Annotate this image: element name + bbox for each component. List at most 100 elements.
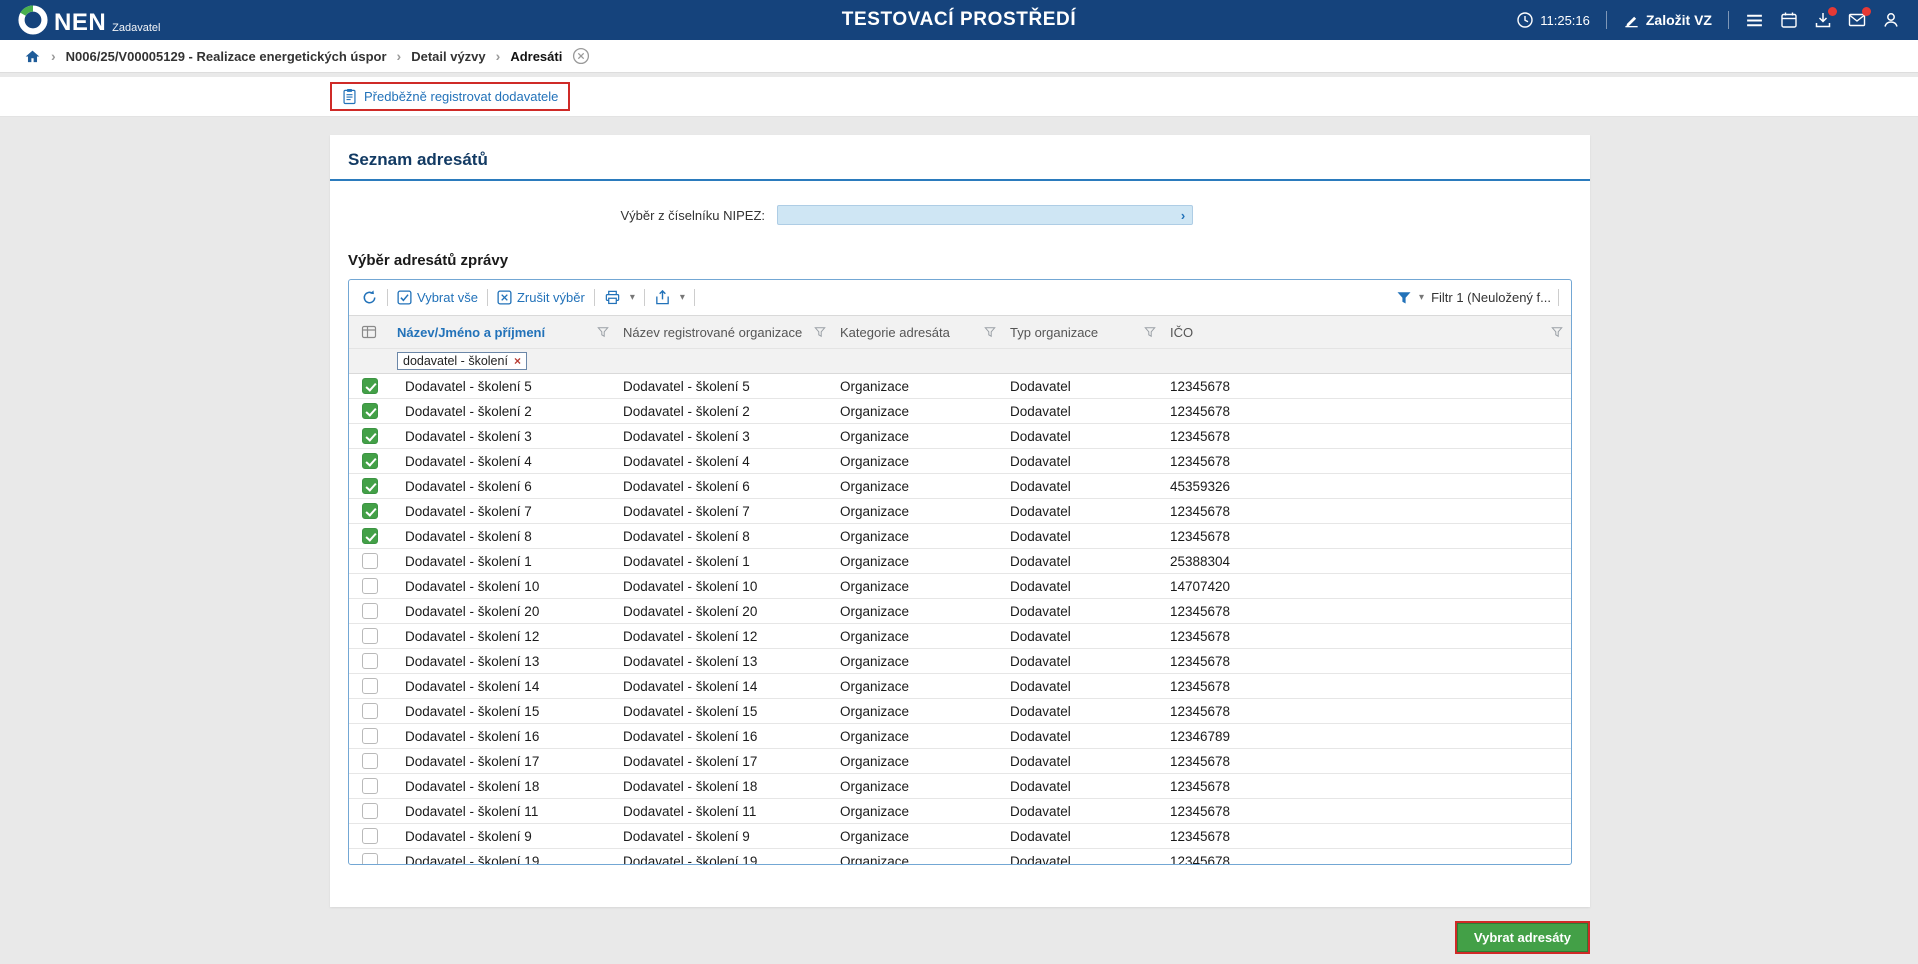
- cell-category: Organizace: [834, 649, 1004, 674]
- print-button[interactable]: [604, 289, 621, 306]
- table-row[interactable]: Dodavatel - školení 15 Dodavatel - škole…: [349, 699, 1571, 724]
- cell-name: Dodavatel - školení 6: [391, 474, 617, 499]
- row-checkbox[interactable]: [362, 628, 378, 644]
- table-row[interactable]: Dodavatel - školení 3 Dodavatel - školen…: [349, 424, 1571, 449]
- cell-type: Dodavatel: [1004, 849, 1164, 866]
- row-checkbox[interactable]: [362, 528, 378, 544]
- column-chooser-button[interactable]: [349, 316, 391, 349]
- print-menu-caret[interactable]: ▾: [630, 292, 635, 303]
- breadcrumb-separator: ›: [397, 48, 402, 64]
- export-button[interactable]: [654, 289, 671, 306]
- create-vz-button[interactable]: Založit VZ: [1623, 12, 1712, 29]
- brand-role: Zadavatel: [112, 22, 160, 35]
- select-all-button[interactable]: Vybrat vše: [397, 290, 478, 305]
- subsection-title: Výběr adresátů zprávy: [330, 252, 1590, 269]
- calendar-button[interactable]: [1780, 11, 1798, 29]
- select-addressees-button[interactable]: Vybrat adresáty: [1457, 923, 1588, 952]
- table-row[interactable]: Dodavatel - školení 19 Dodavatel - škole…: [349, 849, 1571, 866]
- nipez-picker-field[interactable]: ›: [777, 205, 1193, 225]
- filter-button[interactable]: [1396, 290, 1412, 306]
- active-filter-label[interactable]: Filtr 1 (Neuložený f...: [1431, 290, 1551, 305]
- row-checkbox[interactable]: [362, 703, 378, 719]
- user-profile-button[interactable]: [1882, 11, 1900, 29]
- cell-org: Dodavatel - školení 13: [617, 649, 834, 674]
- cell-ico: 12345678: [1164, 774, 1571, 799]
- export-menu-caret[interactable]: ▾: [680, 292, 685, 303]
- nen-logo[interactable]: NEN Zadavatel: [18, 5, 160, 35]
- cell-ico: 12346789: [1164, 724, 1571, 749]
- refresh-button[interactable]: [361, 289, 378, 306]
- cell-name: Dodavatel - školení 4: [391, 449, 617, 474]
- cell-type: Dodavatel: [1004, 524, 1164, 549]
- row-checkbox[interactable]: [362, 428, 378, 444]
- clear-selection-icon: [497, 290, 512, 305]
- table-row[interactable]: Dodavatel - školení 9 Dodavatel - školen…: [349, 824, 1571, 849]
- table-row[interactable]: Dodavatel - školení 1 Dodavatel - školen…: [349, 549, 1571, 574]
- messages-button[interactable]: [1848, 11, 1866, 29]
- toolbar-divider: [594, 289, 595, 306]
- row-checkbox[interactable]: [362, 803, 378, 819]
- row-checkbox[interactable]: [362, 853, 378, 865]
- table-row[interactable]: Dodavatel - školení 11 Dodavatel - škole…: [349, 799, 1571, 824]
- export-icon: [654, 289, 671, 306]
- table-row[interactable]: Dodavatel - školení 20 Dodavatel - škole…: [349, 599, 1571, 624]
- preregister-supplier-button[interactable]: Předběžně registrovat dodavatele: [342, 88, 558, 105]
- row-checkbox[interactable]: [362, 453, 378, 469]
- downloads-button[interactable]: [1814, 11, 1832, 29]
- row-checkbox[interactable]: [362, 753, 378, 769]
- table-row[interactable]: Dodavatel - školení 13 Dodavatel - škole…: [349, 649, 1571, 674]
- cell-ico: 12345678: [1164, 424, 1571, 449]
- column-header-name[interactable]: Název/Jméno a příjmení: [391, 316, 617, 349]
- column-header-ico[interactable]: IČO: [1164, 316, 1571, 349]
- table-row[interactable]: Dodavatel - školení 6 Dodavatel - školen…: [349, 474, 1571, 499]
- cell-category: Organizace: [834, 549, 1004, 574]
- row-checkbox[interactable]: [362, 678, 378, 694]
- column-header-category[interactable]: Kategorie adresáta: [834, 316, 1004, 349]
- table-row[interactable]: Dodavatel - školení 16 Dodavatel - škole…: [349, 724, 1571, 749]
- filter-menu-caret[interactable]: ▾: [1419, 292, 1424, 303]
- table-row[interactable]: Dodavatel - školení 12 Dodavatel - škole…: [349, 624, 1571, 649]
- cell-category: Organizace: [834, 724, 1004, 749]
- cell-ico: 12345678: [1164, 674, 1571, 699]
- table-row[interactable]: Dodavatel - školení 14 Dodavatel - škole…: [349, 674, 1571, 699]
- row-checkbox[interactable]: [362, 728, 378, 744]
- row-checkbox[interactable]: [362, 578, 378, 594]
- cell-name: Dodavatel - školení 17: [391, 749, 617, 774]
- cell-name: Dodavatel - školení 5: [391, 374, 617, 399]
- table-row[interactable]: Dodavatel - školení 10 Dodavatel - škole…: [349, 574, 1571, 599]
- cell-type: Dodavatel: [1004, 449, 1164, 474]
- table-row[interactable]: Dodavatel - školení 5 Dodavatel - školen…: [349, 374, 1571, 399]
- row-checkbox[interactable]: [362, 653, 378, 669]
- table-row[interactable]: Dodavatel - školení 17 Dodavatel - škole…: [349, 749, 1571, 774]
- table-row[interactable]: Dodavatel - školení 8 Dodavatel - školen…: [349, 524, 1571, 549]
- clear-selection-button[interactable]: Zrušit výběr: [497, 290, 585, 305]
- row-checkbox[interactable]: [362, 403, 378, 419]
- filter-chip[interactable]: dodavatel - školení ×: [397, 352, 527, 370]
- row-checkbox[interactable]: [362, 778, 378, 794]
- column-header-org[interactable]: Název registrované organizace: [617, 316, 834, 349]
- remove-filter-icon[interactable]: ×: [514, 354, 521, 368]
- close-tab-button[interactable]: [572, 47, 590, 65]
- cell-name: Dodavatel - školení 20: [391, 599, 617, 624]
- row-checkbox[interactable]: [362, 603, 378, 619]
- table-row[interactable]: Dodavatel - školení 7 Dodavatel - školen…: [349, 499, 1571, 524]
- row-checkbox[interactable]: [362, 478, 378, 494]
- home-icon[interactable]: [24, 48, 41, 65]
- row-checkbox[interactable]: [362, 503, 378, 519]
- row-checkbox[interactable]: [362, 378, 378, 394]
- chevron-right-icon[interactable]: ›: [1174, 208, 1192, 223]
- cell-type: Dodavatel: [1004, 699, 1164, 724]
- cell-name: Dodavatel - školení 19: [391, 849, 617, 866]
- breadcrumb-item-detail[interactable]: Detail výzvy: [411, 49, 485, 64]
- row-checkbox[interactable]: [362, 553, 378, 569]
- cell-ico: 14707420: [1164, 574, 1571, 599]
- cell-ico: 12345678: [1164, 849, 1571, 866]
- row-checkbox[interactable]: [362, 828, 378, 844]
- column-header-type[interactable]: Typ organizace: [1004, 316, 1164, 349]
- table-row[interactable]: Dodavatel - školení 18 Dodavatel - škole…: [349, 774, 1571, 799]
- cell-ico: 12345678: [1164, 524, 1571, 549]
- table-row[interactable]: Dodavatel - školení 2 Dodavatel - školen…: [349, 399, 1571, 424]
- menu-button[interactable]: [1745, 11, 1764, 30]
- table-row[interactable]: Dodavatel - školení 4 Dodavatel - školen…: [349, 449, 1571, 474]
- breadcrumb-item-procurement[interactable]: N006/25/V00005129 - Realizace energetick…: [66, 49, 387, 64]
